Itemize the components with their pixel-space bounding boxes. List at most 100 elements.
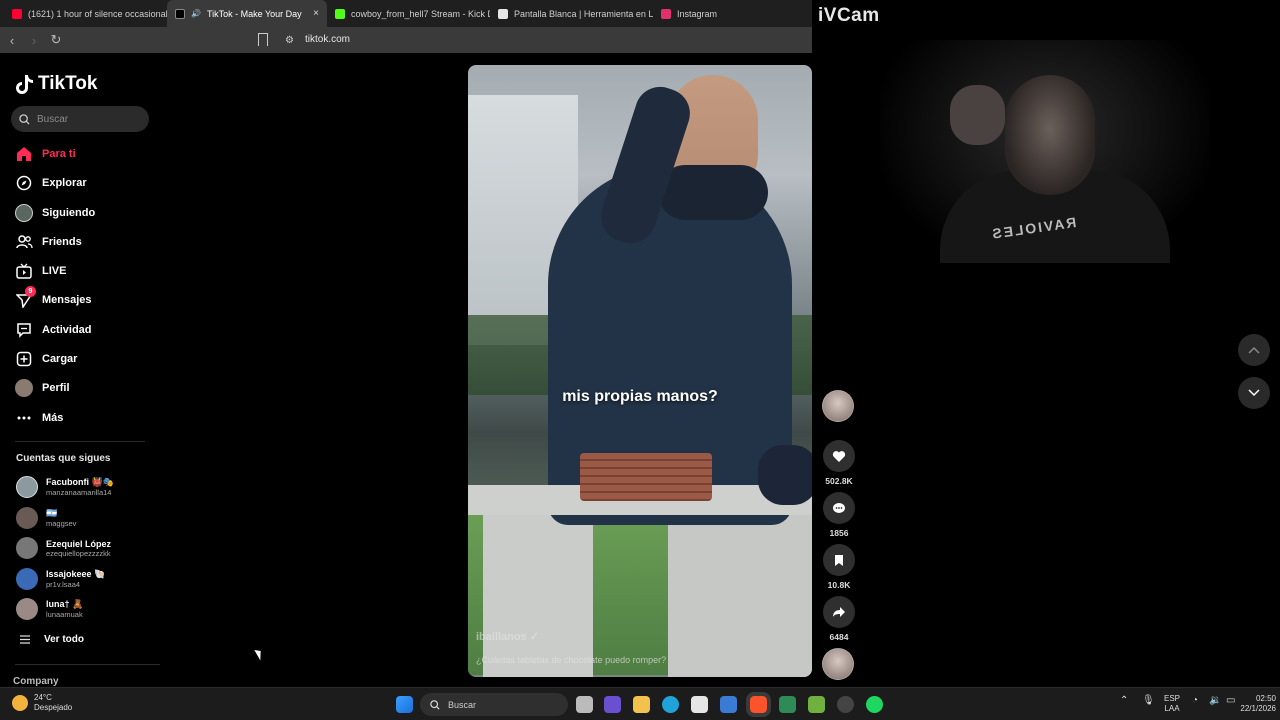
minecraft-icon[interactable]: [808, 696, 825, 713]
compass-icon: [15, 174, 33, 192]
message-square-icon: [15, 321, 33, 339]
nav-explorar[interactable]: Explorar: [15, 173, 87, 193]
mail-icon[interactable]: [720, 696, 737, 713]
edge-icon[interactable]: [662, 696, 679, 713]
chevron-up-icon: [1248, 346, 1260, 354]
share-count: 6484: [829, 632, 849, 642]
following-account[interactable]: 🇦🇷 maggsev: [16, 507, 76, 529]
audio-icon: 🔊: [191, 9, 201, 18]
language-indicator[interactable]: ESP LAA: [1164, 694, 1180, 714]
close-tab-icon[interactable]: ×: [313, 8, 319, 19]
next-video-button[interactable]: [1238, 377, 1270, 409]
nav-label: LIVE: [42, 265, 67, 277]
nav-para-ti[interactable]: Para ti: [15, 144, 76, 164]
chevron-up-icon[interactable]: ⌃: [1120, 696, 1128, 706]
search-input[interactable]: [37, 113, 137, 125]
wifi-icon[interactable]: ◔: [1192, 696, 1198, 706]
following-title: Cuentas que sigues: [16, 453, 111, 464]
account-username: ezequiellopezzzzkk: [46, 548, 111, 558]
nav-siguiendo[interactable]: Siguiendo: [15, 203, 95, 223]
following-account[interactable]: luna† 🧸 lunaamuak: [16, 598, 83, 620]
tab-instagram[interactable]: Instagram: [653, 0, 803, 27]
plus-square-icon: [15, 350, 33, 368]
following-account[interactable]: Facubonfi 👹🎭 manzanaamarilla14: [16, 476, 114, 498]
nav-mensajes[interactable]: 9 Mensajes: [15, 286, 92, 310]
app-icon[interactable]: [837, 696, 854, 713]
following-account[interactable]: Ezequiel López ezequiellopezzzzkk: [16, 537, 111, 559]
nav-live[interactable]: LIVE: [15, 261, 66, 281]
video-author[interactable]: ibaillanos ✓: [476, 630, 539, 643]
nav-label: Cargar: [42, 353, 78, 365]
divider: [15, 664, 160, 665]
weather-status: Despejado: [34, 703, 73, 712]
avatar: [16, 568, 38, 590]
creator-avatar[interactable]: [822, 390, 854, 422]
nav-label: Mensajes: [42, 294, 92, 306]
nav-friends[interactable]: Friends: [15, 232, 82, 252]
weather-widget[interactable]: 24°C Despejado: [12, 693, 72, 713]
keyboard-layout: LAA: [1164, 704, 1180, 713]
profile-avatar-icon: [15, 379, 33, 397]
account-username: pr1v.lsaa4: [46, 580, 81, 589]
address-bar: ‹ › ↻ ⚙ tiktok.com: [0, 27, 812, 53]
tab-kick[interactable]: cowboy_from_hell7 Stream - Kick Da: [327, 0, 490, 27]
tab-tiktok[interactable]: 🔊 TikTok - Make Your Day ×: [167, 0, 327, 27]
tiktok-logo[interactable]: TikTok: [16, 73, 97, 95]
sound-avatar[interactable]: [822, 648, 854, 680]
taskbar-search[interactable]: Buscar: [420, 693, 568, 716]
company-link[interactable]: Company: [13, 676, 59, 687]
search-box[interactable]: [11, 106, 149, 132]
back-icon[interactable]: ‹: [2, 33, 22, 48]
tiktok-sidebar: TikTok Para ti Explorar Siguiendo Friend…: [0, 53, 165, 687]
avatar: [16, 537, 38, 559]
app-icon[interactable]: [779, 696, 796, 713]
nav-actividad[interactable]: Actividad: [15, 320, 92, 340]
previous-video-button[interactable]: [1238, 334, 1270, 366]
video-scene: [758, 445, 812, 505]
tab-youtube[interactable]: (1621) 1 hour of silence occasionally: [4, 0, 167, 27]
like-button[interactable]: [823, 440, 855, 472]
microphone-icon[interactable]: 🎙: [1142, 696, 1155, 706]
brave-browser-icon[interactable]: [746, 692, 771, 717]
file-explorer-icon[interactable]: [633, 696, 650, 713]
account-name: Ezequiel López: [46, 538, 112, 549]
video-player[interactable]: mis propias manos? ibaillanos ✓ ¿Cuántas…: [468, 65, 812, 677]
spotify-icon[interactable]: [866, 696, 883, 713]
volume-icon[interactable]: 🔉: [1209, 696, 1221, 706]
kick-icon: [335, 8, 345, 19]
date: 22/1/2026: [1240, 704, 1276, 713]
forward-icon[interactable]: ›: [24, 33, 44, 48]
task-view-icon[interactable]: [576, 696, 593, 713]
windows-taskbar: 24°C Despejado Buscar ⌃ 🎙 ESP LAA ◔ 🔉 ▭ 02…: [0, 687, 1280, 720]
video-scene: [580, 453, 712, 501]
tab-pantalla-blanca[interactable]: Pantalla Blanca | Herramienta en Líne: [490, 0, 653, 27]
more-dots-icon: [15, 409, 33, 427]
share-button[interactable]: [823, 596, 855, 628]
see-all-link[interactable]: Ver todo: [20, 634, 84, 645]
comment-button[interactable]: [823, 492, 855, 524]
copilot-icon[interactable]: [604, 696, 621, 713]
mouse-cursor: [254, 647, 265, 661]
avatar: [16, 476, 38, 498]
ivcam-label: iVCam: [818, 5, 880, 26]
nav-label: Friends: [42, 236, 82, 248]
save-button[interactable]: [823, 544, 855, 576]
tab-title: (1621) 1 hour of silence occasionally: [28, 8, 167, 19]
site-settings-icon[interactable]: ⚙: [285, 35, 294, 46]
taskbar-search-label: Buscar: [448, 699, 477, 710]
nav-mas[interactable]: Más: [15, 408, 63, 428]
nav-cargar[interactable]: Cargar: [15, 349, 77, 369]
divider: [15, 441, 145, 442]
reload-icon[interactable]: ↻: [46, 32, 66, 48]
nav-perfil[interactable]: Perfil: [15, 378, 70, 398]
nav-label: Para ti: [42, 148, 76, 160]
home-icon: [15, 145, 33, 163]
clock[interactable]: 02:50 22/1/2026: [1226, 694, 1276, 714]
bookmark-icon[interactable]: [258, 33, 268, 46]
following-account[interactable]: Issajokeee 🐚 pr1v.lsaa4: [16, 568, 105, 590]
store-icon[interactable]: [691, 696, 708, 713]
url-text[interactable]: tiktok.com: [305, 34, 350, 45]
search-icon: [430, 699, 440, 710]
windows-start-icon[interactable]: [396, 696, 413, 713]
nav-label: Más: [42, 412, 64, 424]
